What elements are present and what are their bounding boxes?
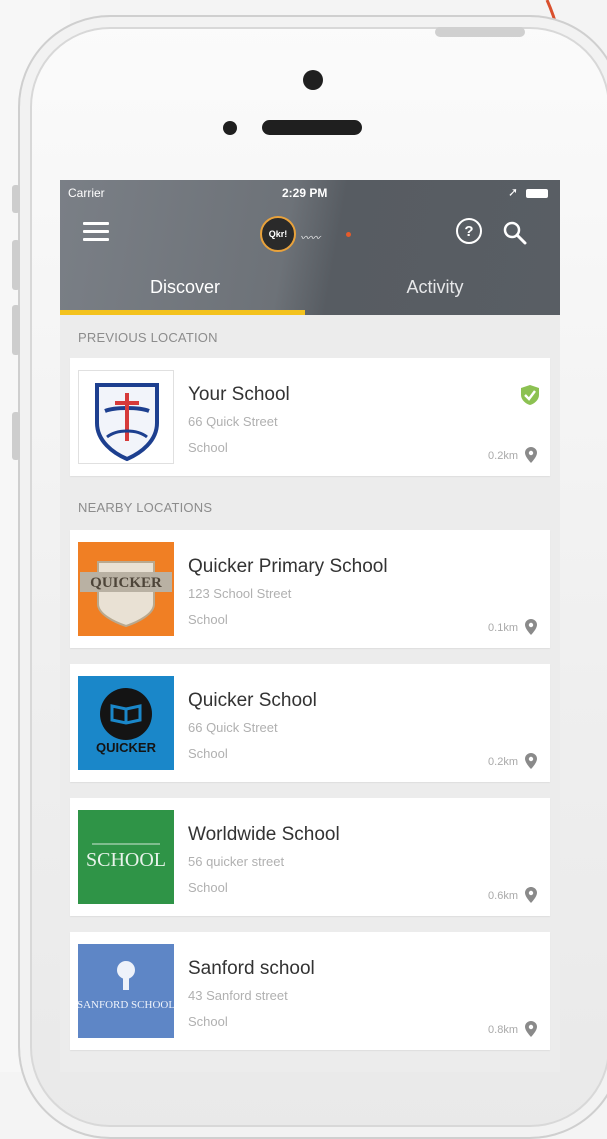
location-card-quicker-school[interactable]: QUICKER Quicker School 66 Quick Street S… — [70, 664, 550, 782]
logo-badge: Qkr! — [260, 216, 296, 252]
battery-icon — [526, 189, 548, 198]
app-header: Carrier 2:29 PM ➚ Qkr! 〰〰 ? Discover Act… — [60, 180, 560, 315]
earpiece-speaker — [262, 120, 362, 135]
power-button — [435, 27, 525, 37]
school-logo-image: SANFORD SCHOOL — [78, 944, 174, 1038]
location-distance: 0.1km — [488, 622, 518, 634]
section-header-previous: PREVIOUS LOCATION — [78, 329, 218, 345]
logo-script: 〰〰 — [300, 233, 320, 244]
location-card-sanford-school[interactable]: SANFORD SCHOOL Sanford school 43 Sanford… — [70, 932, 550, 1050]
location-name: Your School — [188, 384, 290, 405]
mute-switch — [12, 185, 20, 213]
volume-up-button — [12, 240, 20, 290]
school-logo-image: QUICKER — [78, 676, 174, 770]
location-name: Worldwide School — [188, 824, 340, 845]
app-logo: Qkr! 〰〰 — [260, 216, 360, 254]
search-icon[interactable] — [502, 220, 528, 246]
logo-text: QUICKER — [96, 740, 157, 755]
school-logo-image: QUICKER — [78, 542, 174, 636]
location-type: School — [188, 1014, 228, 1029]
proximity-sensor — [223, 121, 237, 135]
location-arrow-icon: ➚ — [507, 185, 518, 199]
location-type: School — [188, 612, 228, 627]
logo-dot — [346, 232, 351, 237]
section-header-nearby: NEARBY LOCATIONS — [78, 499, 213, 515]
location-distance: 0.2km — [488, 756, 518, 768]
menu-icon[interactable] — [83, 222, 109, 244]
location-type: School — [188, 746, 228, 761]
nav-bar: Qkr! 〰〰 ? — [60, 208, 560, 260]
location-address: 66 Quick Street — [188, 720, 278, 735]
location-card-worldwide-school[interactable]: SCHOOL Worldwide School 56 quicker stree… — [70, 798, 550, 916]
location-name: Sanford school — [188, 958, 315, 979]
volume-down-button — [12, 305, 20, 355]
side-button — [12, 412, 20, 460]
location-name: Quicker Primary School — [188, 556, 388, 577]
location-address: 123 School Street — [188, 586, 292, 601]
location-pin-icon — [525, 887, 537, 903]
location-name: Quicker School — [188, 690, 317, 711]
location-card-your-school[interactable]: Your School 66 Quick Street School 0.2km — [70, 358, 550, 476]
tab-activity[interactable]: Activity — [310, 260, 560, 315]
logo-text: SCHOOL — [86, 849, 166, 871]
help-icon[interactable]: ? — [456, 218, 482, 244]
active-tab-indicator — [60, 310, 305, 315]
tab-discover[interactable]: Discover — [60, 260, 310, 315]
location-type: School — [188, 440, 228, 455]
logo-text: SANFORD SCHOOL — [78, 999, 174, 1011]
location-distance: 0.8km — [488, 1024, 518, 1036]
location-address: 66 Quick Street — [188, 414, 278, 429]
tab-bar: Discover Activity — [60, 260, 560, 315]
location-address: 56 quicker street — [188, 854, 285, 869]
location-pin-icon — [525, 1021, 537, 1037]
location-pin-icon — [525, 447, 537, 463]
logo-text: QUICKER — [90, 575, 162, 591]
location-card-quicker-primary[interactable]: QUICKER Quicker Primary School 123 Schoo… — [70, 530, 550, 648]
location-pin-icon — [525, 753, 537, 769]
carrier-label: Carrier — [68, 186, 105, 200]
status-time: 2:29 PM — [282, 186, 328, 200]
school-crest-image — [78, 370, 174, 464]
location-address: 43 Sanford street — [188, 988, 288, 1003]
status-bar: Carrier 2:29 PM ➚ — [60, 180, 560, 208]
school-logo-image: SCHOOL — [78, 810, 174, 904]
verified-shield-icon — [521, 385, 539, 405]
app-screen: Carrier 2:29 PM ➚ Qkr! 〰〰 ? Discover Act… — [60, 180, 560, 1072]
location-distance: 0.2km — [488, 450, 518, 462]
location-type: School — [188, 880, 228, 895]
location-pin-icon — [525, 619, 537, 635]
location-distance: 0.6km — [488, 890, 518, 902]
front-camera — [303, 70, 323, 90]
crest-icon — [95, 383, 159, 462]
